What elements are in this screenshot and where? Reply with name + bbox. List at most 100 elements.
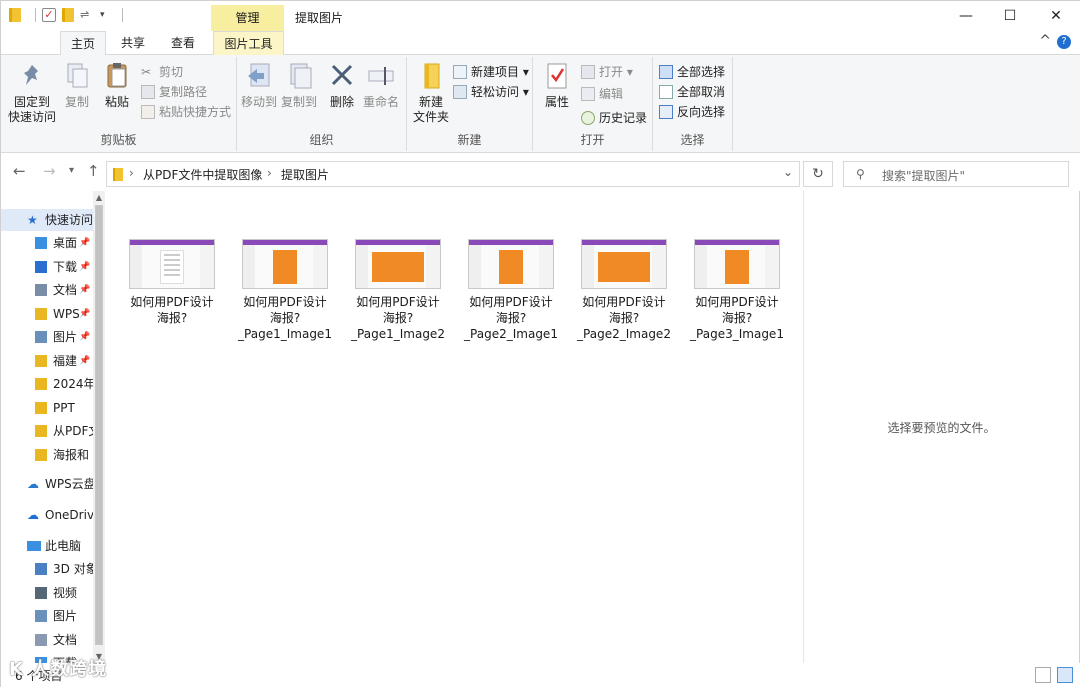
properties-button[interactable]: 属性 bbox=[537, 61, 577, 110]
tab-home[interactable]: 主页 bbox=[60, 31, 106, 56]
select-all-button[interactable]: 全部选择 bbox=[659, 63, 725, 81]
new-folder-icon[interactable] bbox=[62, 8, 74, 22]
address-history-chevron-icon[interactable]: ⌄ bbox=[783, 165, 793, 179]
details-view-icon[interactable] bbox=[1035, 667, 1051, 683]
nav-this-pc-item-label: 文档 bbox=[53, 632, 78, 647]
tab-view[interactable]: 查看 bbox=[161, 31, 205, 55]
copy-path-label: 复制路径 bbox=[159, 85, 208, 99]
nav-this-pc-item[interactable]: 3D 对象 bbox=[1, 558, 93, 580]
paste-shortcut-button[interactable]: 粘贴快捷方式 bbox=[141, 103, 231, 121]
forward-arrow-icon[interactable]: → bbox=[43, 162, 56, 180]
file-item[interactable]: 如何用PDF设计 海报? _Page3_Image1 bbox=[688, 239, 786, 342]
file-item[interactable]: 如何用PDF设计 海报? _Page2_Image2 bbox=[575, 239, 673, 342]
nav-quick-access-item[interactable]: 下载 📌 bbox=[1, 256, 93, 278]
file-name-line: 海报? bbox=[156, 311, 188, 325]
help-icon[interactable]: ? bbox=[1057, 35, 1071, 49]
nav-quick-access[interactable]: ★ 快速访问 bbox=[1, 209, 93, 231]
file-item[interactable]: 如何用PDF设计 海报? bbox=[123, 239, 221, 326]
copy-to-button[interactable]: 复制到 bbox=[279, 61, 319, 110]
back-arrow-icon[interactable]: ← bbox=[13, 162, 26, 180]
select-none-button[interactable]: 全部取消 bbox=[659, 83, 725, 101]
file-name: 如何用PDF设计 海报? _Page3_Image1 bbox=[688, 294, 786, 342]
rename-icon[interactable]: ⇌ bbox=[80, 7, 94, 23]
file-item[interactable]: 如何用PDF设计 海报? _Page1_Image1 bbox=[236, 239, 334, 342]
file-name-line: 如何用PDF设计 bbox=[130, 295, 214, 309]
new-folder-button[interactable]: 新建 文件夹 bbox=[409, 61, 453, 125]
nav-quick-access-item-label: 文档 bbox=[53, 283, 78, 297]
file-thumbnail bbox=[129, 239, 215, 289]
copy-label: 复制 bbox=[64, 95, 89, 109]
nav-quick-access-item[interactable]: PPT bbox=[1, 397, 93, 419]
thumbnail-part bbox=[469, 245, 481, 288]
cloud-icon: ☁ bbox=[27, 477, 39, 491]
up-arrow-icon[interactable]: ↑ bbox=[87, 162, 100, 180]
file-name-line: 海报? bbox=[269, 311, 301, 325]
pin-icon[interactable]: 📌 bbox=[79, 232, 90, 254]
select-group: 全部选择 全部取消 反向选择 选择 bbox=[653, 57, 733, 151]
nav-quick-access-item[interactable]: 从PDF文 bbox=[1, 420, 93, 442]
breadcrumb-separator-icon[interactable]: › bbox=[129, 166, 134, 180]
scrollbar-thumb[interactable] bbox=[95, 205, 103, 645]
scroll-up-icon[interactable]: ▲ bbox=[93, 193, 105, 202]
breadcrumb-separator-icon[interactable]: › bbox=[267, 166, 272, 180]
refresh-icon[interactable]: ↻ bbox=[803, 161, 833, 187]
thumbnail-part bbox=[426, 245, 440, 288]
nav-scrollbar[interactable]: ▲ ▼ bbox=[93, 191, 105, 663]
pin-icon[interactable]: 📌 bbox=[79, 279, 90, 301]
edit-button[interactable]: 编辑 bbox=[581, 85, 623, 103]
tab-picture-tools[interactable]: 图片工具 bbox=[213, 31, 284, 56]
nav-quick-access-item[interactable]: 图片 📌 bbox=[1, 326, 93, 348]
nav-quick-access-item[interactable]: WPS 📌 bbox=[1, 303, 93, 325]
collapse-ribbon-icon[interactable]: ^ bbox=[1039, 33, 1051, 49]
properties-check-icon[interactable]: ✓ bbox=[42, 8, 56, 22]
new-group-label: 新建 bbox=[457, 133, 482, 147]
nav-onedrive[interactable]: ☁ OneDrive bbox=[1, 504, 93, 526]
nav-this-pc-item-label: 3D 对象 bbox=[53, 562, 93, 576]
breadcrumb-parent[interactable]: 从PDF文件中提取图像 bbox=[143, 166, 262, 183]
nav-this-pc-item[interactable]: 视频 bbox=[1, 582, 93, 604]
file-item[interactable]: 如何用PDF设计 海报? _Page1_Image2 bbox=[349, 239, 447, 342]
pin-to-quick-access-button[interactable]: 固定到 快速访问 bbox=[7, 61, 57, 125]
invert-selection-button[interactable]: 反向选择 bbox=[659, 103, 725, 121]
recent-locations-chevron-icon[interactable]: ▾ bbox=[69, 165, 74, 176]
pin-icon[interactable]: 📌 bbox=[79, 256, 90, 278]
address-bar[interactable]: › 从PDF文件中提取图像 › 提取图片 ⌄ bbox=[106, 161, 800, 187]
nav-quick-access-item[interactable]: 福建 📌 bbox=[1, 350, 93, 372]
close-button[interactable]: ✕ bbox=[1033, 1, 1079, 31]
large-icons-view-icon[interactable] bbox=[1057, 667, 1073, 683]
file-name-line: _Page1_Image2 bbox=[351, 327, 445, 341]
pin-icon[interactable]: 📌 bbox=[79, 326, 90, 348]
customize-dropdown-icon[interactable]: ▾ bbox=[100, 7, 114, 23]
rename-button[interactable]: 重命名 bbox=[361, 61, 401, 110]
paste-button[interactable]: 粘贴 bbox=[99, 61, 135, 110]
history-button[interactable]: 历史记录 bbox=[581, 109, 647, 127]
breadcrumb-current[interactable]: 提取图片 bbox=[281, 166, 329, 183]
easy-access-button[interactable]: 轻松访问 ▾ bbox=[453, 83, 529, 101]
delete-button[interactable]: 删除 bbox=[325, 61, 359, 110]
file-item[interactable]: 如何用PDF设计 海报? _Page2_Image1 bbox=[462, 239, 560, 342]
nav-this-pc-item[interactable]: 文档 bbox=[1, 629, 93, 651]
nav-this-pc[interactable]: 此电脑 bbox=[1, 535, 93, 557]
manage-context-tab[interactable]: 管理 bbox=[211, 5, 284, 31]
nav-this-pc-item[interactable]: 图片 bbox=[1, 605, 93, 627]
new-item-button[interactable]: 新建项目 ▾ bbox=[453, 63, 529, 81]
nav-quick-access-item[interactable]: 2024年 bbox=[1, 373, 93, 395]
tab-share[interactable]: 共享 bbox=[111, 31, 155, 55]
search-placeholder: 搜索"提取图片" bbox=[882, 169, 966, 183]
folder-icon[interactable] bbox=[9, 8, 21, 22]
nav-quick-access-item[interactable]: 海报和 bbox=[1, 444, 93, 466]
maximize-button[interactable]: ☐ bbox=[987, 1, 1033, 31]
nav-quick-access-item[interactable]: 文档 📌 bbox=[1, 279, 93, 301]
move-to-button[interactable]: 移动到 bbox=[239, 61, 279, 110]
search-input[interactable]: ⚲ 搜索"提取图片" bbox=[843, 161, 1069, 187]
copy-button[interactable]: 复制 bbox=[59, 61, 95, 110]
copy-path-button[interactable]: 复制路径 bbox=[141, 83, 207, 101]
pin-icon[interactable]: 📌 bbox=[79, 350, 90, 372]
nav-quick-access-item[interactable]: 桌面 📌 bbox=[1, 232, 93, 254]
nav-wps-cloud[interactable]: ☁ WPS云盘 bbox=[1, 473, 93, 495]
pin-icon[interactable]: 📌 bbox=[79, 303, 90, 325]
minimize-button[interactable]: — bbox=[943, 1, 989, 31]
open-button[interactable]: 打开 ▾ bbox=[581, 63, 633, 81]
file-name-line: 如何用PDF设计 bbox=[582, 295, 666, 309]
cut-button[interactable]: ✂ 剪切 bbox=[141, 63, 183, 81]
